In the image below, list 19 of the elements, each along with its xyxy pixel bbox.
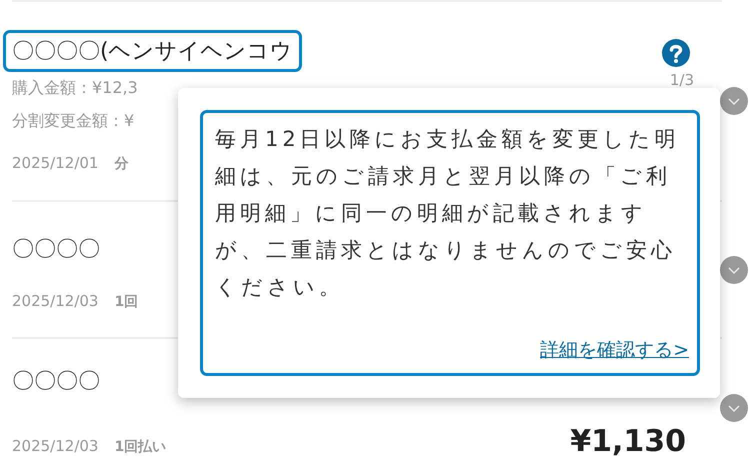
expand-icon[interactable] — [720, 256, 748, 284]
item-date: 2025/12/03 — [12, 292, 98, 310]
item-date: 2025/12/01 — [12, 154, 98, 172]
item-date: 2025/12/03 — [12, 436, 98, 454]
item-title: 〇〇〇〇 — [11, 236, 101, 264]
item-title: 〇〇〇〇 — [11, 368, 101, 396]
expand-icon[interactable] — [720, 394, 748, 422]
expand-icon[interactable] — [720, 87, 748, 115]
purchase-amount: 購入金額：¥12,3 — [12, 78, 138, 98]
help-icon[interactable] — [662, 38, 690, 66]
details-link[interactable]: 詳細を確認する> — [540, 337, 689, 363]
payment-plan: 1回 — [114, 293, 138, 311]
installment-count: 1/3 — [670, 70, 694, 88]
tooltip-text: 毎月12日以降にお支払金額を変更した明細は、元のご請求月と翌月以降の「ご利用明細」に同一の明細が記載されますが、二重請求とはなりませんのでご安心ください。 — [215, 126, 681, 301]
item-amount: ¥1,130 — [570, 424, 686, 458]
changed-amount: 分割変更金額：¥ — [12, 110, 134, 132]
payment-plan: 1回払い — [114, 438, 166, 456]
item-title: 〇〇〇〇(ヘンサイヘンコウ — [3, 30, 302, 72]
payment-plan: 分 — [114, 154, 128, 172]
